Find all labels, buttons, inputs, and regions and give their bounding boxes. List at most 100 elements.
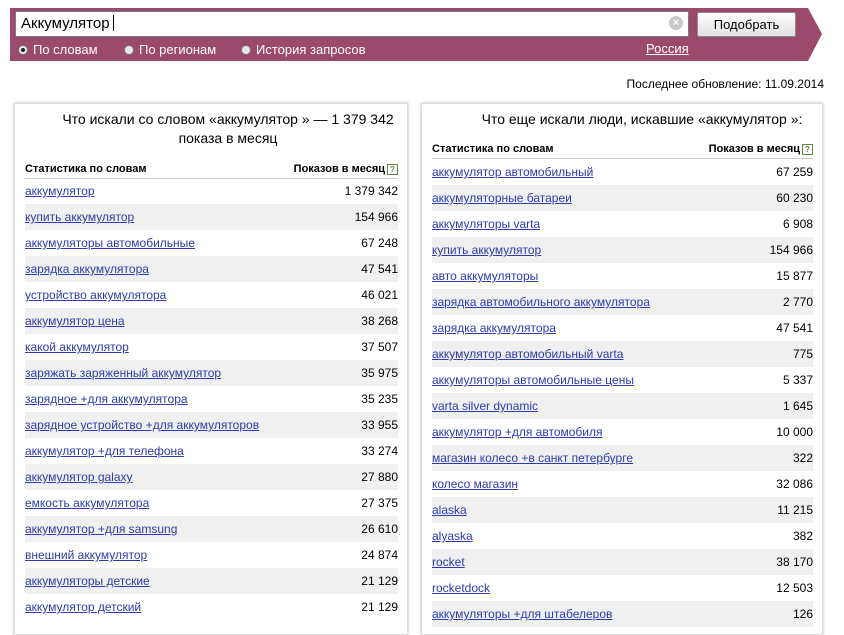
phrase-link[interactable]: alyaska: [432, 529, 473, 543]
phrase-link[interactable]: какой аккумулятор: [25, 340, 129, 354]
shows-count: 38 170: [776, 555, 813, 569]
phrase-link[interactable]: аккумулятор +для автомобиля: [432, 425, 603, 439]
phrase-link[interactable]: купить аккумулятор: [432, 243, 541, 257]
clear-icon[interactable]: ×: [669, 16, 683, 30]
phrase-link[interactable]: rocketdock: [432, 581, 490, 595]
phrase-link[interactable]: зарядка автомобильного аккумулятора: [432, 295, 650, 309]
phrase-link[interactable]: зарядное устройство +для аккумуляторов: [25, 418, 259, 432]
phrase-link[interactable]: аккумулятор +для телефона: [25, 444, 184, 458]
phrase-link[interactable]: alaska: [432, 503, 467, 517]
phrase-link[interactable]: авто аккумуляторы: [432, 269, 538, 283]
column-shows-label: Показов в месяц: [294, 163, 385, 175]
phrase-link[interactable]: аккумулятор +для samsung: [25, 522, 177, 536]
phrase-link[interactable]: аккумуляторы +для штабелеров: [432, 607, 612, 621]
mode-history[interactable]: История запросов: [241, 42, 366, 57]
phrase-link[interactable]: аккумулятор автомобильный: [432, 165, 593, 179]
table-row: аккумулятор автомобильный67 259: [432, 159, 813, 185]
phrase-link[interactable]: емкость аккумулятора: [25, 496, 149, 510]
shows-count: 21 129: [361, 600, 398, 614]
shows-count: 38 268: [361, 314, 398, 328]
shows-count: 35 235: [361, 392, 398, 406]
table-row: зарядка аккумулятора 47 541: [432, 315, 813, 341]
phrase-link[interactable]: аккумуляторы автомобильные цены: [432, 373, 634, 387]
phrase-link[interactable]: зарядка аккумулятора: [432, 321, 556, 335]
help-icon[interactable]: ?: [802, 144, 813, 155]
table-row: аккумулятор +для телефона33 274: [25, 438, 398, 464]
shows-count: 46 021: [361, 288, 398, 302]
column-words: Статистика по словам: [25, 163, 147, 175]
submit-button[interactable]: Подобрать: [697, 12, 796, 37]
region-link[interactable]: Россия: [646, 41, 689, 56]
shows-count: 24 874: [361, 548, 398, 562]
shows-count: 154 966: [770, 243, 813, 257]
mode-by-words[interactable]: По словам: [18, 42, 98, 57]
table-row: зарядное устройство +для аккумуляторов33…: [25, 412, 398, 438]
table-row: купить аккумулятор 154 966: [432, 237, 813, 263]
shows-count: 126: [793, 607, 813, 621]
table-row: аккумулятор galaxy 27 880: [25, 464, 398, 490]
phrase-link[interactable]: аккумуляторы детские: [25, 574, 150, 588]
last-updated: Последнее обновление: 11.09.2014: [627, 77, 824, 91]
mode-label: По словам: [33, 42, 98, 57]
phrase-link[interactable]: аккумуляторы varta: [432, 217, 540, 231]
right-table: аккумулятор автомобильный67 259аккумулят…: [432, 159, 813, 627]
table-row: аккумулятор +для автомобиля10 000: [432, 419, 813, 445]
table-row: зарядка аккумулятора47 541: [25, 256, 398, 282]
shows-count: 775: [793, 347, 813, 361]
shows-count: 2 770: [783, 295, 813, 309]
phrase-link[interactable]: купить аккумулятор: [25, 210, 134, 224]
shows-count: 1 379 342: [345, 184, 398, 198]
phrase-link[interactable]: аккумулятор автомобильный varta: [432, 347, 623, 361]
column-words: Статистика по словам: [432, 143, 554, 155]
phrase-link[interactable]: внешний аккумулятор: [25, 548, 147, 562]
phrase-link[interactable]: зарядное +для аккумулятора: [25, 392, 188, 406]
phrase-link[interactable]: rocket: [432, 555, 465, 569]
shows-count: 322: [793, 451, 813, 465]
search-input[interactable]: Аккумулятор: [15, 11, 689, 37]
also-searched-panel: Что еще искали люди, искавшие «аккумулят…: [421, 103, 823, 635]
phrase-link[interactable]: varta silver dynamic: [432, 399, 538, 413]
phrase-link[interactable]: колесо магазин: [432, 477, 518, 491]
table-row: зарядка автомобильного аккумулятора 2 770: [432, 289, 813, 315]
column-shows: Показов в месяц?: [294, 163, 398, 175]
phrase-link[interactable]: аккумулятор цена: [25, 314, 125, 328]
phrase-link[interactable]: аккумулятор детский: [25, 600, 141, 614]
phrase-link[interactable]: зарядка аккумулятора: [25, 262, 149, 276]
table-row: аккумуляторные батареи 60 230: [432, 185, 813, 211]
mode-by-regions[interactable]: По регионам: [124, 42, 216, 57]
mode-label: По регионам: [139, 42, 216, 57]
shows-count: 27 880: [361, 470, 398, 484]
phrase-link[interactable]: аккумуляторные батареи: [432, 191, 572, 205]
column-shows-label: Показов в месяц: [709, 143, 800, 155]
shows-count: 47 541: [776, 321, 813, 335]
shows-count: 11 215: [777, 503, 813, 517]
shows-count: 6 908: [783, 217, 813, 231]
table-row: магазин колесо +в санкт петербурге 322: [432, 445, 813, 471]
radio-icon: [18, 45, 28, 55]
table-row: аккумулятор детский 21 129: [25, 594, 398, 620]
table-row: аккумуляторы автомобильные цены5 337: [432, 367, 813, 393]
phrase-link[interactable]: заряжать заряженный аккумулятор: [25, 366, 221, 380]
panel-title: Что еще искали люди, искавшие «аккумулят…: [422, 104, 822, 129]
table-row: какой аккумулятор 37 507: [25, 334, 398, 360]
help-icon[interactable]: ?: [387, 164, 398, 175]
phrase-link[interactable]: аккумулятор: [25, 184, 95, 198]
phrase-link[interactable]: устройство аккумулятора: [25, 288, 166, 302]
shows-count: 35 975: [361, 366, 398, 380]
shows-count: 67 248: [361, 236, 398, 250]
table-row: аккумуляторы детские21 129: [25, 568, 398, 594]
shows-count: 37 507: [361, 340, 398, 354]
phrase-link[interactable]: аккумулятор galaxy: [25, 470, 133, 484]
table-row: колесо магазин32 086: [432, 471, 813, 497]
table-row: зарядное +для аккумулятора 35 235: [25, 386, 398, 412]
table-row: внешний аккумулятор 24 874: [25, 542, 398, 568]
shows-count: 60 230: [776, 191, 813, 205]
table-row: аккумуляторы +для штабелеров 126: [432, 601, 813, 627]
table-row: авто аккумуляторы 15 877: [432, 263, 813, 289]
shows-count: 15 877: [776, 269, 813, 283]
text-caret: [113, 15, 114, 31]
phrase-link[interactable]: аккумуляторы автомобильные: [25, 236, 195, 250]
phrase-link[interactable]: магазин колесо +в санкт петербурге: [432, 451, 633, 465]
radio-icon: [124, 45, 134, 55]
table-row: rocketdock12 503: [432, 575, 813, 601]
